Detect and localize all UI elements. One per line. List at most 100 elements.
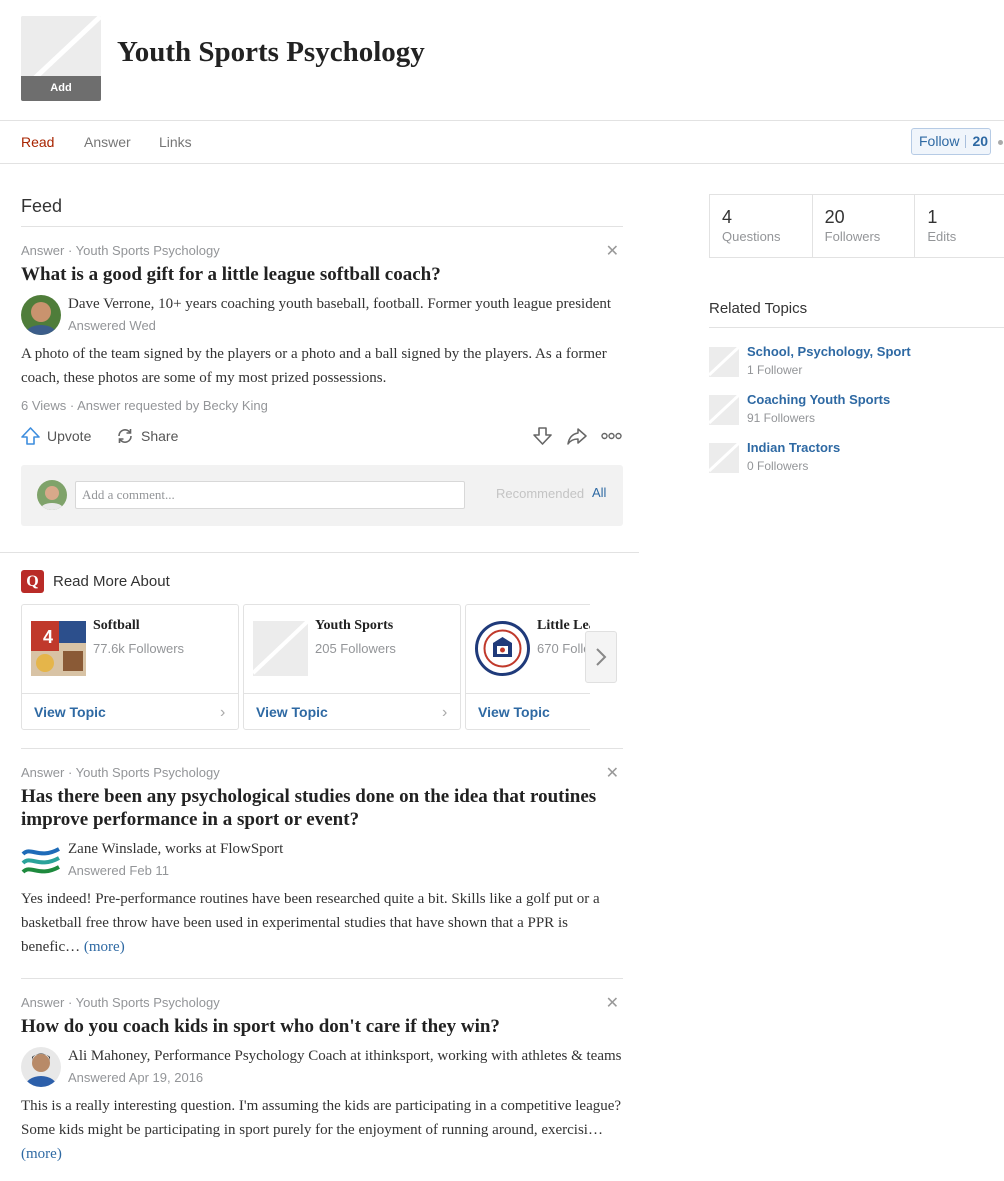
add-photo-button[interactable]: Add [21, 76, 101, 101]
topic-card-name: Youth Sports [315, 618, 394, 633]
feed-item: Answer · Youth Sports Psychology ✕ How d… [21, 995, 623, 1166]
related-topics-title: Related Topics [709, 300, 808, 317]
more-link[interactable]: (more) [21, 1146, 62, 1162]
avatar[interactable] [21, 295, 61, 335]
page-title: Youth Sports Psychology [117, 36, 425, 68]
feed-item-meta-text: Answer · Youth Sports Psychology [21, 243, 220, 258]
more-options-button[interactable] [601, 427, 622, 445]
avatar [37, 480, 67, 510]
topic-card-followers: 670 Followers [537, 641, 590, 656]
comment-box: Add a comment... Recommended All [21, 465, 623, 526]
related-topic-name[interactable]: School, Psychology, Sport [747, 344, 911, 359]
topic-card[interactable]: 4 Softball 77.6k Followers View Topic › [21, 604, 239, 730]
avatar[interactable] [21, 1047, 61, 1087]
author-credential[interactable]: Ali Mahoney, Performance Psychology Coac… [68, 1047, 623, 1065]
stat-value: 1 [927, 207, 938, 227]
author-credential[interactable]: Zane Winslade, works at FlowSport [68, 840, 623, 858]
forward-arrow-icon [567, 428, 587, 445]
question-title[interactable]: Has there been any psychological studies… [21, 785, 623, 831]
stat-questions[interactable]: 4 Questions [710, 195, 813, 257]
answer-text[interactable]: A photo of the team signed by the player… [21, 342, 623, 390]
divider [709, 327, 1004, 328]
downvote-button[interactable] [533, 427, 552, 445]
answered-date[interactable]: Answered Wed [68, 318, 623, 333]
tab-read[interactable]: Read [21, 134, 54, 150]
carousel-next-button[interactable] [585, 631, 617, 683]
follow-button[interactable]: Follow 20 [911, 128, 991, 155]
downvote-icon [533, 427, 552, 445]
topic-card-name: Little League Baseball [537, 618, 590, 633]
answered-date[interactable]: Answered Apr 19, 2016 [68, 1070, 623, 1085]
upvote-label: Upvote [47, 428, 92, 444]
divider [21, 748, 623, 749]
answered-date[interactable]: Answered Feb 11 [68, 863, 623, 878]
view-topic-link[interactable]: View Topic [34, 704, 106, 720]
feed-item: Answer · Youth Sports Psychology ✕ What … [21, 243, 623, 526]
topic-stats: 4 Questions 20 Followers 1 Edits [709, 194, 1004, 258]
share-button[interactable]: Share [116, 427, 178, 445]
topic-card-followers: 77.6k Followers [93, 641, 185, 656]
close-icon[interactable]: ✕ [606, 763, 619, 783]
feed-title: Feed [21, 196, 63, 216]
related-topic-item[interactable]: School, Psychology, Sport 1 Follower [709, 344, 999, 380]
tab-links[interactable]: Links [159, 134, 192, 150]
topic-photo[interactable]: Add [21, 16, 101, 101]
close-icon[interactable]: ✕ [606, 993, 619, 1013]
chevron-right-icon [596, 648, 607, 666]
read-more-title: Read More About [53, 573, 170, 590]
related-topic-item[interactable]: Coaching Youth Sports 91 Followers [709, 392, 999, 428]
related-topic-name[interactable]: Coaching Youth Sports [747, 392, 890, 407]
related-topic-followers: 0 Followers [747, 459, 809, 473]
answer-text[interactable]: Yes indeed! Pre-performance routines hav… [21, 887, 623, 959]
answer-snippet: This is a really interesting question. I… [21, 1098, 622, 1138]
close-icon[interactable]: ✕ [606, 241, 619, 261]
upvote-button[interactable]: Upvote [21, 427, 91, 445]
share-label: Share [141, 428, 179, 444]
topic-card-name: Softball [93, 618, 140, 633]
stat-label: Edits [927, 229, 957, 244]
more-link[interactable]: (more) [84, 939, 125, 955]
follow-count: 20 [972, 133, 989, 149]
feed-item-meta-text: Answer · Youth Sports Psychology [21, 995, 220, 1010]
placeholder-image-icon [709, 395, 739, 425]
stat-label: Followers [824, 229, 881, 244]
comment-input[interactable]: Add a comment... [75, 481, 465, 509]
topic-card[interactable]: Little League Baseball 670 Followers Vie… [465, 604, 590, 730]
softball-topic-image: 4 [31, 621, 86, 676]
question-title[interactable]: How do you coach kids in sport who don't… [21, 1015, 623, 1038]
sort-recommended[interactable]: Recommended [496, 486, 584, 501]
avatar[interactable] [21, 840, 61, 880]
stat-followers[interactable]: 20 Followers [813, 195, 916, 257]
feed-item-meta-text: Answer · Youth Sports Psychology [21, 765, 220, 780]
view-topic-link[interactable]: View Topic [256, 704, 328, 720]
question-title[interactable]: What is a good gift for a little league … [21, 263, 623, 286]
divider [21, 226, 623, 227]
stat-value: 20 [824, 207, 845, 227]
view-topic-link[interactable]: View Topic [478, 704, 550, 720]
stat-value: 4 [722, 207, 733, 227]
read-more-header: Q Read More About [21, 570, 170, 593]
sort-all[interactable]: All [592, 485, 606, 500]
placeholder-image-icon [709, 347, 739, 377]
tab-answer[interactable]: Answer [84, 134, 131, 150]
author-credential[interactable]: Dave Verrone, 10+ years coaching youth b… [68, 295, 623, 313]
feed-item: Answer · Youth Sports Psychology ✕ Has t… [21, 765, 623, 959]
chevron-right-icon: › [442, 704, 448, 721]
follow-label: Follow [919, 133, 960, 149]
topic-card[interactable]: Youth Sports 205 Followers View Topic › [243, 604, 461, 730]
quora-logo-icon: Q [21, 570, 44, 593]
overflow-icon[interactable] [998, 140, 1003, 145]
reshare-button[interactable] [567, 427, 587, 445]
divider [21, 978, 623, 979]
topic-carousel: 4 Softball 77.6k Followers View Topic › … [21, 604, 590, 730]
little-league-logo [475, 621, 530, 676]
svg-text:4: 4 [43, 627, 53, 647]
stat-edits[interactable]: 1 Edits [915, 195, 1004, 257]
answer-author: Dave Verrone, 10+ years coaching youth b… [21, 295, 623, 335]
answer-views: 6 Views · Answer requested by Becky King [21, 398, 268, 413]
related-topic-name[interactable]: Indian Tractors [747, 440, 840, 455]
share-icon [118, 429, 132, 443]
related-topic-item[interactable]: Indian Tractors 0 Followers [709, 440, 999, 476]
answer-text[interactable]: This is a really interesting question. I… [21, 1094, 623, 1166]
feed-item-meta: Answer · Youth Sports Psychology ✕ [21, 243, 623, 260]
